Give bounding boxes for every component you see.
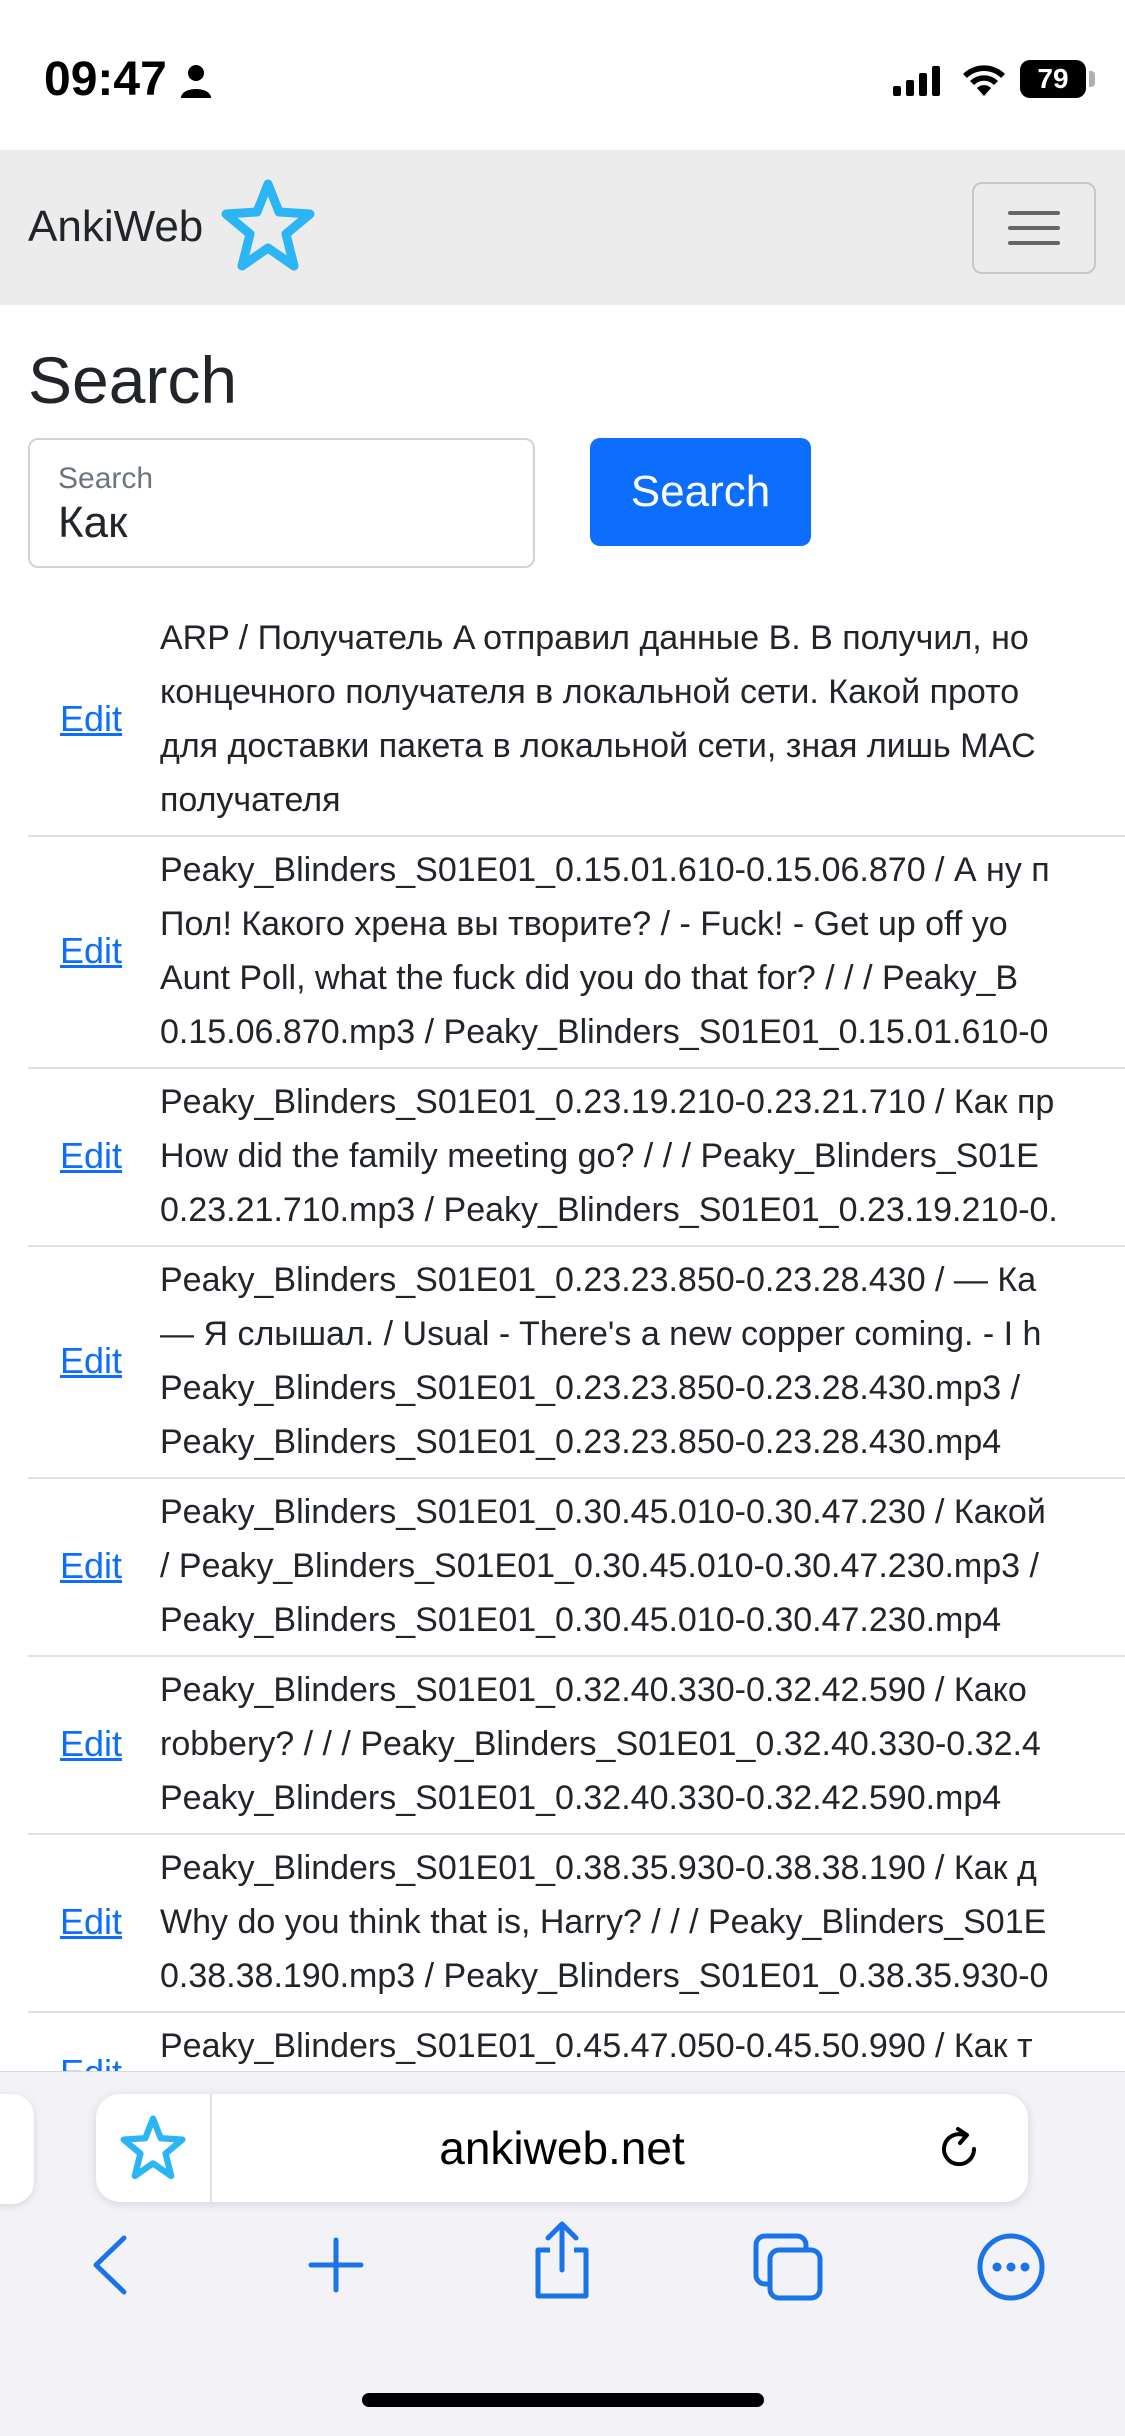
result-line: 0.23.21.710.mp3 / Peaky_Blinders_S01E01_…: [160, 1191, 1058, 1229]
result-text: Peaky_Blinders_S01E01_0.30.45.010-0.30.4…: [160, 1485, 1125, 1647]
result-text: Peaky_Blinders_S01E01_0.38.35.930-0.38.3…: [160, 1841, 1125, 2003]
result-text: Peaky_Blinders_S01E01_0.23.23.850-0.23.2…: [160, 1253, 1125, 1469]
more-icon[interactable]: [976, 2232, 1046, 2302]
result-text: Peaky_Blinders_S01E01_0.15.01.610-0.15.0…: [160, 843, 1125, 1059]
result-line: robbery? / / / Peaky_Blinders_S01E01_0.3…: [160, 1725, 1041, 1763]
result-text: ARP / Получатель A отправил данные B. B …: [160, 611, 1125, 827]
result-line: 0.15.06.870.mp3 / Peaky_Blinders_S01E01_…: [160, 1013, 1049, 1051]
result-line: концечного получателя в локальной сети. …: [160, 673, 1020, 711]
result-line: получателя: [160, 781, 341, 819]
result-row: Edit Peaky_Blinders_S01E01_0.23.19.210-0.…: [28, 1069, 1125, 1247]
site-favicon: [96, 2094, 212, 2202]
edit-link[interactable]: Edit: [28, 1723, 160, 1765]
result-line: Peaky_Blinders_S01E01_0.30.45.010-0.30.4…: [160, 1493, 1046, 1531]
navbar-menu-button[interactable]: [972, 182, 1096, 274]
home-indicator: [362, 2393, 764, 2407]
anki-star-favicon-icon: [120, 2115, 186, 2180]
result-line: Peaky_Blinders_S01E01_0.23.23.850-0.23.2…: [160, 1261, 1037, 1299]
person-icon: [181, 65, 211, 98]
result-row: Edit Peaky_Blinders_S01E01_0.23.23.850-0.…: [28, 1247, 1125, 1479]
result-line: Peaky_Blinders_S01E01_0.45.47.050-0.45.5…: [160, 2027, 1033, 2065]
anki-star-logo-icon[interactable]: [218, 176, 318, 276]
reload-icon[interactable]: [934, 2124, 984, 2174]
result-line: Peaky_Blinders_S01E01_0.38.35.930-0.38.3…: [160, 1849, 1037, 1887]
search-input[interactable]: Search Как: [28, 438, 535, 568]
edit-link[interactable]: Edit: [28, 1135, 160, 1177]
result-line: Why do you think that is, Harry? / / / P…: [160, 1903, 1047, 1941]
battery-cap: [1089, 71, 1095, 87]
status-bar: 09:47 79: [0, 0, 1125, 150]
result-text: Peaky_Blinders_S01E01_0.45.47.050-0.45.5…: [160, 2019, 1125, 2071]
result-line: Aunt Poll, what the fuck did you do that…: [160, 959, 1019, 997]
results-list: Edit ARP / Получатель A отправил данные B…: [28, 605, 1125, 2071]
result-row: EditPeaky_Blinders_S01E01_0.45.47.050-0.…: [28, 2013, 1125, 2071]
result-line: Peaky_Blinders_S01E01_0.30.45.010-0.30.4…: [160, 1601, 1002, 1639]
result-row: Edit Peaky_Blinders_S01E01_0.38.35.930-0.…: [28, 1835, 1125, 2013]
search-button[interactable]: Search: [590, 438, 811, 546]
wifi-icon: [963, 65, 1005, 96]
browser-toolbar: ankiweb.net: [0, 2071, 1125, 2436]
share-icon[interactable]: [530, 2220, 594, 2300]
battery-indicator: 79: [1020, 60, 1086, 98]
address-bar[interactable]: ankiweb.net: [96, 2094, 1028, 2202]
result-line: Peaky_Blinders_S01E01_0.15.01.610-0.15.0…: [160, 851, 1050, 889]
result-line: 0.38.38.190.mp3 / Peaky_Blinders_S01E01_…: [160, 1957, 1049, 1995]
new-tab-icon[interactable]: [306, 2232, 366, 2298]
back-icon[interactable]: [86, 2232, 136, 2298]
search-input-value[interactable]: Как: [58, 498, 127, 548]
result-line: Peaky_Blinders_S01E01_0.23.23.850-0.23.2…: [160, 1369, 1021, 1407]
brand-name[interactable]: AnkiWeb: [28, 202, 203, 252]
result-line: — Я слышал. / Usual - There's a new copp…: [160, 1315, 1042, 1353]
search-input-label: Search: [58, 462, 154, 495]
edit-link[interactable]: Edit: [28, 930, 160, 972]
edit-link[interactable]: Edit: [28, 698, 160, 740]
result-row: Edit Peaky_Blinders_S01E01_0.32.40.330-0.…: [28, 1657, 1125, 1835]
edit-link[interactable]: Edit: [28, 1340, 160, 1382]
edit-link[interactable]: Edit: [28, 2052, 160, 2071]
result-line: Peaky_Blinders_S01E01_0.32.40.330-0.32.4…: [160, 1779, 1002, 1817]
result-line: Peaky_Blinders_S01E01_0.32.40.330-0.32.4…: [160, 1671, 1027, 1709]
navbar: AnkiWeb: [0, 150, 1125, 305]
previous-tab-preview[interactable]: [0, 2094, 34, 2204]
result-line: Peaky_Blinders_S01E01_0.23.23.850-0.23.2…: [160, 1423, 1002, 1461]
result-line: для доставки пакета в локальной сети, зн…: [160, 727, 1036, 765]
result-line: Peaky_Blinders_S01E01_0.23.19.210-0.23.2…: [160, 1083, 1055, 1121]
result-line: ARP / Получатель A отправил данные B. B …: [160, 619, 1029, 657]
edit-link[interactable]: Edit: [28, 1901, 160, 1943]
result-row: Edit Peaky_Blinders_S01E01_0.15.01.610-0.…: [28, 837, 1125, 1069]
result-row: Edit Peaky_Blinders_S01E01_0.30.45.010-0.…: [28, 1479, 1125, 1657]
result-line: How did the family meeting go? / / / Pea…: [160, 1137, 1039, 1175]
result-text: Peaky_Blinders_S01E01_0.32.40.330-0.32.4…: [160, 1663, 1125, 1825]
page-title: Search: [28, 343, 238, 417]
result-row: Edit ARP / Получатель A отправил данные B…: [28, 605, 1125, 837]
result-line: Пол! Какого хрена вы творите? / - Fuck! …: [160, 905, 1008, 943]
tabs-icon[interactable]: [752, 2232, 824, 2302]
battery-level: 79: [1037, 63, 1069, 94]
status-time: 09:47: [44, 53, 167, 106]
edit-link[interactable]: Edit: [28, 1545, 160, 1587]
address-bar-url[interactable]: ankiweb.net: [212, 2094, 912, 2202]
cellular-signal-icon: [893, 66, 940, 96]
hamburger-menu-icon: [1008, 211, 1060, 245]
result-line: / Peaky_Blinders_S01E01_0.30.45.010-0.30…: [160, 1547, 1039, 1585]
result-text: Peaky_Blinders_S01E01_0.23.19.210-0.23.2…: [160, 1075, 1125, 1237]
